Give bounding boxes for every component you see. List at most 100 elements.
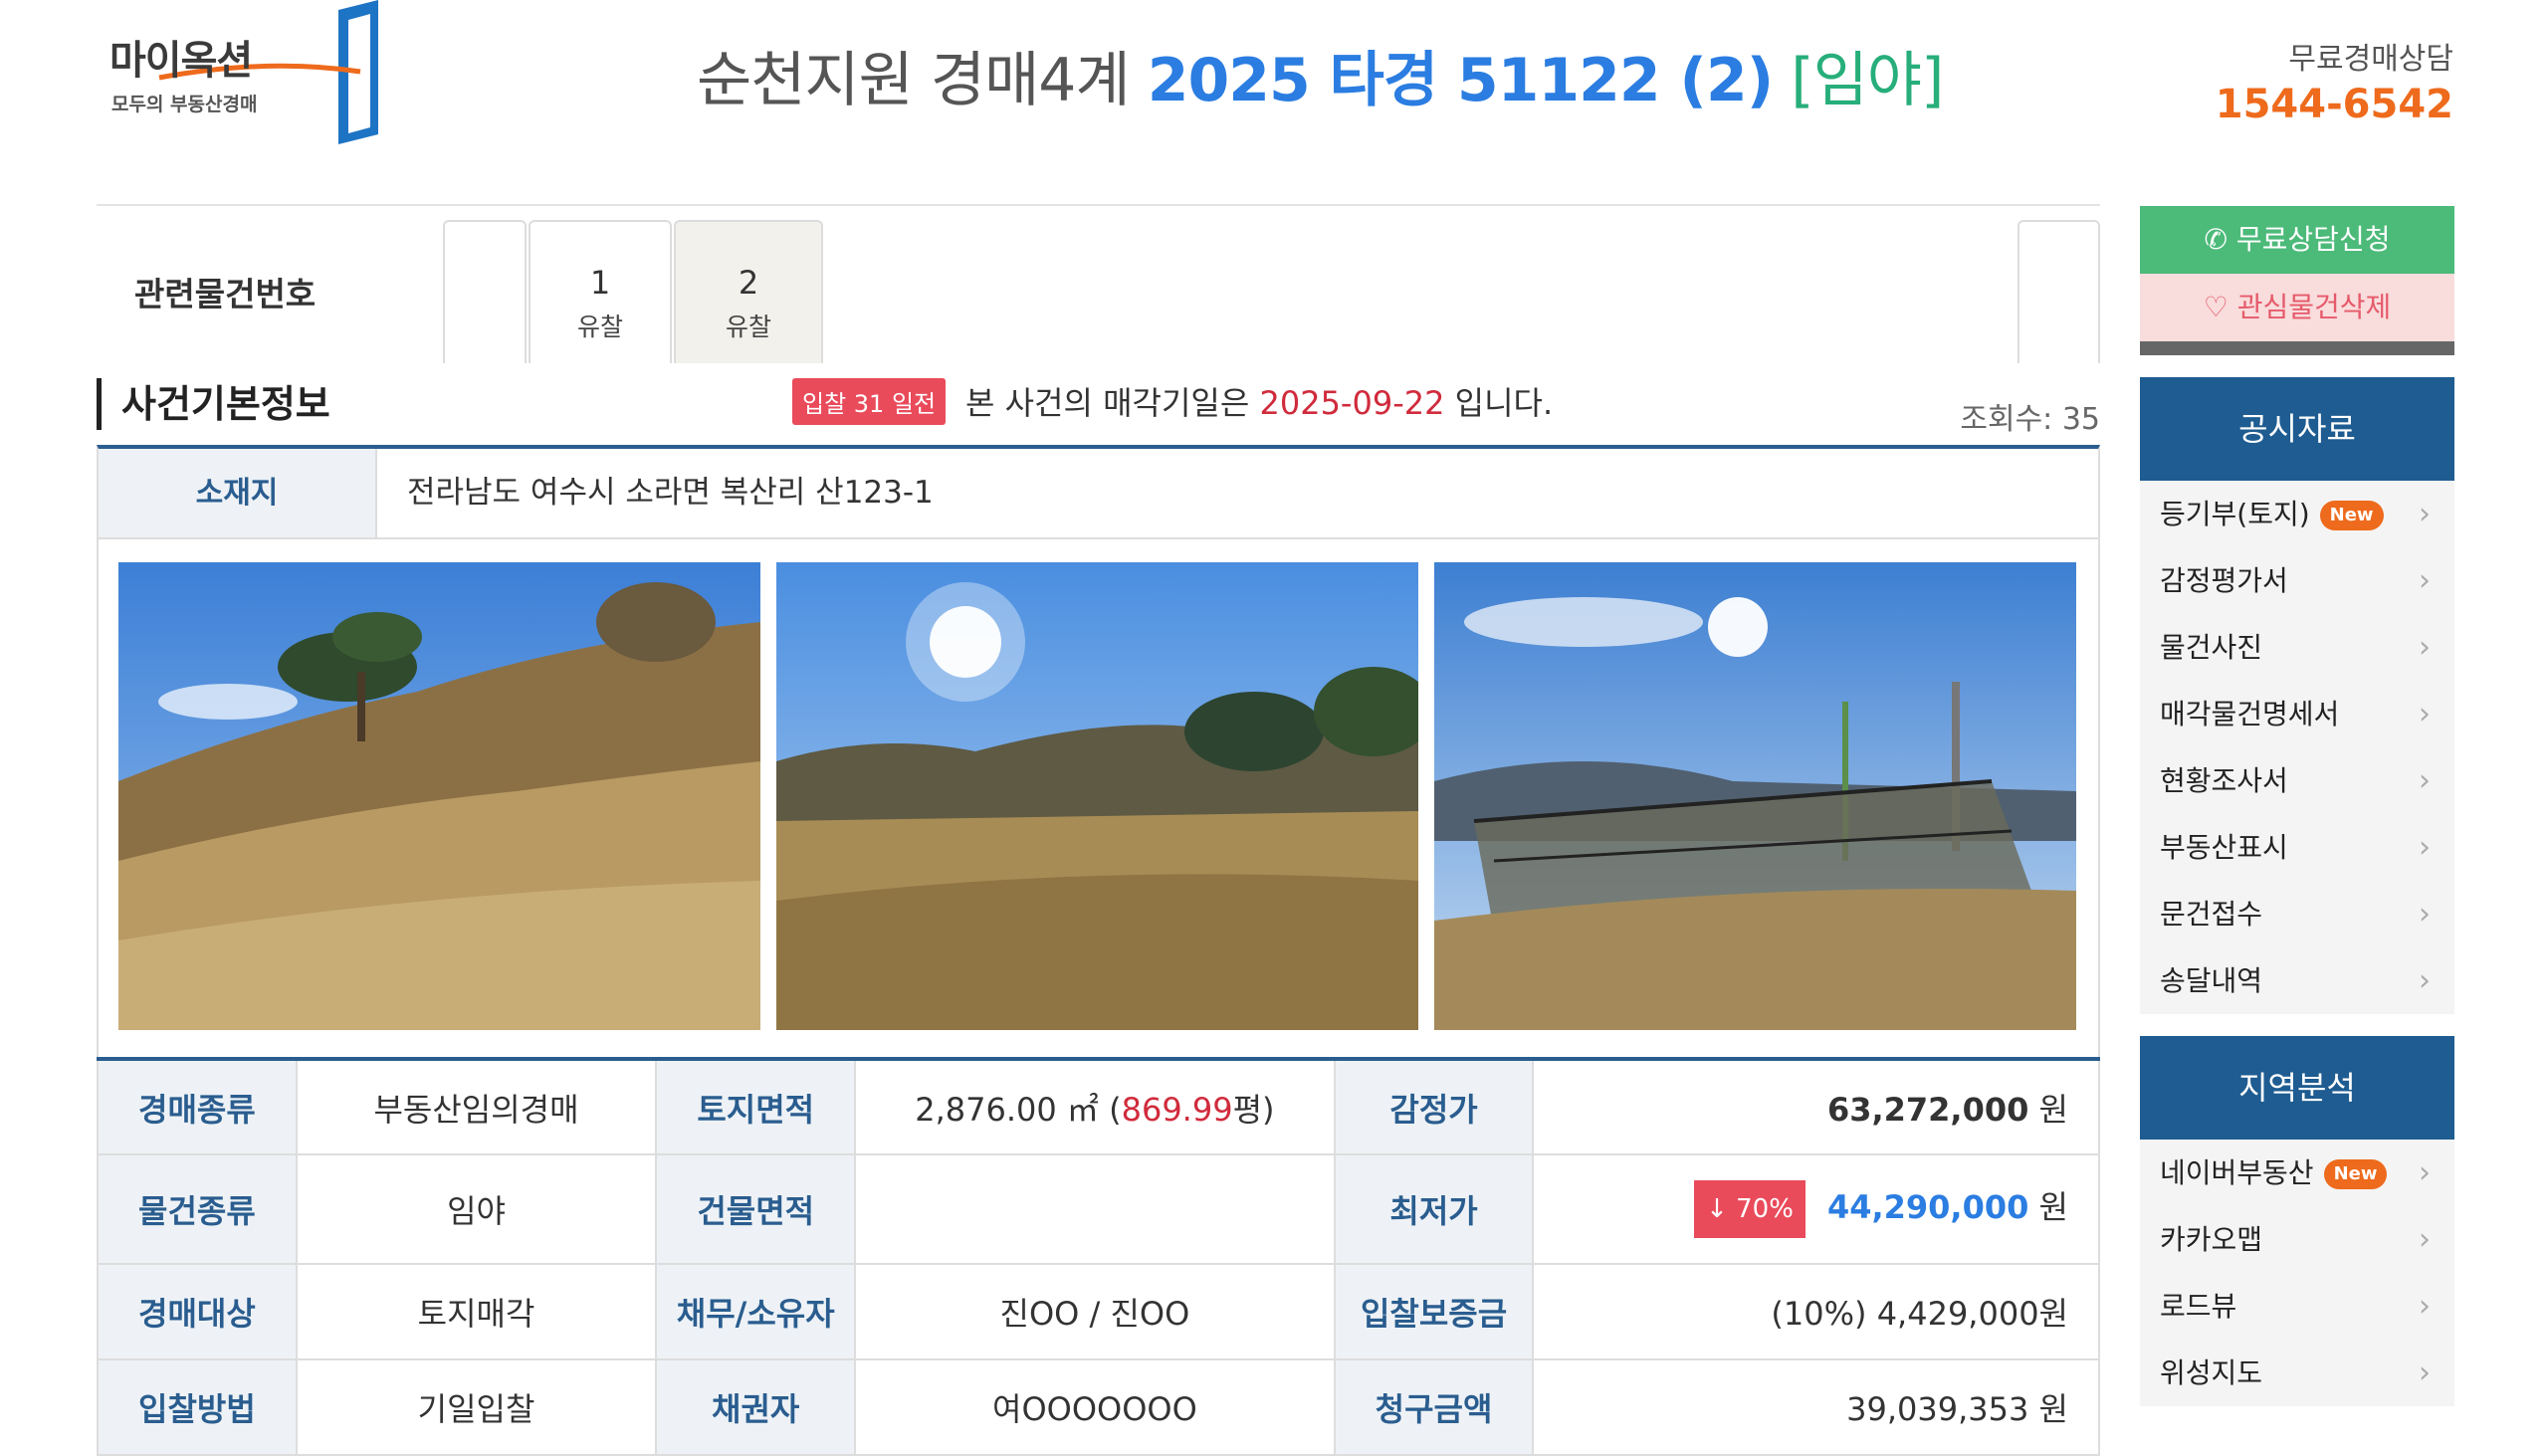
doc-item-property-label[interactable]: 부동산표시 › [2140, 814, 2454, 881]
free-consult-label: 무료상담신청 [2235, 223, 2391, 256]
appraisal-label: 감정가 [1333, 1058, 1535, 1155]
chevron-right-icon: › [2419, 630, 2431, 665]
min-price-value: ↓ 70% 44,290,000 원 [1532, 1153, 2100, 1265]
chevron-right-icon: › [2419, 563, 2431, 598]
consult-phone[interactable]: 1544-6542 [2216, 82, 2453, 127]
notice-suffix: 입니다. [1454, 384, 1554, 422]
chevron-right-icon: › [2419, 963, 2431, 998]
min-rate-badge: ↓ 70% [1694, 1180, 1805, 1238]
notice-prefix: 본 사건의 매각기일은 [965, 384, 1250, 422]
chevron-right-icon: › [2419, 763, 2431, 798]
item-type-label: 물건종류 [97, 1153, 298, 1265]
new-badge: New [2319, 501, 2384, 530]
court-name: 순천지원 경매4계 [697, 46, 1131, 115]
creditor-value: 여OOOOOOO [854, 1358, 1336, 1456]
chevron-right-icon: › [2419, 497, 2431, 531]
doc-item-label: 문건접수 [2160, 898, 2263, 931]
chevron-right-icon: › [2419, 697, 2431, 731]
method-label: 입찰방법 [97, 1358, 298, 1456]
new-badge: New [2323, 1159, 2388, 1189]
location-address: 전라남도 여수시 소라면 복산리 산123-1 [407, 475, 934, 511]
related-tab-prev[interactable] [443, 220, 527, 363]
case-number: 2025 타경 51122 (2) [1147, 46, 1774, 115]
appraisal-value: 63,272,000 원 [1532, 1058, 2100, 1155]
header: 마이옥션 모두의 부동산경매 순천지원 경매4계 2025 타경 51122 (… [0, 0, 2548, 179]
logo-subtext: 모두의 부동산경매 [111, 94, 258, 115]
doc-item-filings[interactable]: 문건접수 › [2140, 881, 2454, 947]
free-consult-button[interactable]: ✆ 무료상담신청 [2140, 206, 2454, 274]
property-info-table: 경매종류 부동산임의경매 토지면적 2,876.00 ㎡ (869.99평) 감… [97, 1057, 2100, 1456]
building-area-label: 건물면적 [655, 1153, 857, 1265]
property-photo-1[interactable] [118, 562, 760, 1030]
won-unit: 원 [2038, 1090, 2068, 1129]
region-item-kakao[interactable]: 카카오맵 › [2140, 1206, 2454, 1273]
table-row: 경매종류 부동산임의경매 토지면적 2,876.00 ㎡ (869.99평) 감… [97, 1058, 2100, 1155]
owner-value: 진OO / 진OO [854, 1263, 1336, 1360]
doc-item-appraisal[interactable]: 감정평가서 › [2140, 547, 2454, 614]
land-area-unit: 평) [1232, 1090, 1275, 1129]
related-label: 관련물건번호 [134, 275, 317, 313]
sidebar-divider [2140, 341, 2454, 355]
related-tab-next[interactable] [2017, 220, 2100, 363]
location-label: 소재지 [99, 449, 377, 537]
doc-item-delivery[interactable]: 송달내역 › [2140, 947, 2454, 1014]
doc-item-label: 감정평가서 [2160, 564, 2288, 597]
consult-label: 무료경매상담 [2288, 42, 2453, 77]
related-tab-number: 1 [589, 264, 611, 302]
claim-label: 청구금액 [1333, 1358, 1535, 1456]
region-item-satellite[interactable]: 위성지도 › [2140, 1340, 2454, 1406]
land-area-m2: 2,876.00 ㎡ ( [915, 1090, 1122, 1129]
region-item-label: 카카오맵 [2160, 1223, 2263, 1256]
doc-item-label: 송달내역 [2160, 964, 2263, 997]
related-tab-status: 유찰 [725, 312, 771, 341]
consult-contact: 무료경매상담 1544-6542 [2216, 34, 2453, 127]
doc-item-sale-spec[interactable]: 매각물건명세서 › [2140, 681, 2454, 747]
deposit-value: (10%) 4,429,000원 [1532, 1263, 2100, 1360]
site-logo[interactable]: 마이옥션 모두의 부동산경매 [100, 0, 388, 144]
region-item-roadview[interactable]: 로드뷰 › [2140, 1273, 2454, 1340]
chevron-right-icon: › [2419, 897, 2431, 932]
region-analysis-panel: 지역분석 네이버부동산 New › 카카오맵 › 로드뷰 › 위성지도 › [2140, 1036, 2454, 1406]
building-area-value [854, 1153, 1336, 1265]
auction-type-value: 부동산임의경매 [295, 1058, 658, 1155]
target-value: 토지매각 [295, 1263, 658, 1360]
land-area-label: 토지면적 [655, 1058, 857, 1155]
min-price-amount: 44,290,000 [1826, 1188, 2029, 1226]
section-title: 사건기본정보 [97, 378, 330, 430]
property-photo-3[interactable] [1434, 562, 2076, 1030]
doc-item-registry[interactable]: 등기부(토지) New › [2140, 481, 2454, 547]
region-item-label: 로드뷰 [2160, 1290, 2237, 1323]
doc-item-survey[interactable]: 현황조사서 › [2140, 747, 2454, 814]
remove-favorite-label: 관심물건삭제 [2236, 291, 2392, 323]
method-value: 기일입찰 [295, 1358, 658, 1456]
right-sidebar: ✆ 무료상담신청 ♡ 관심물건삭제 공시자료 등기부(토지) New › 감정평가서… [2140, 206, 2454, 1406]
doc-item-photos[interactable]: 물건사진 › [2140, 614, 2454, 681]
public-docs-panel: 공시자료 등기부(토지) New › 감정평가서 › 물건사진 › 매각물건명세서 › 현… [2140, 377, 2454, 1014]
owner-label: 채무/소유자 [655, 1263, 857, 1360]
min-price-label: 최저가 [1333, 1153, 1535, 1265]
property-photo-2[interactable] [776, 562, 1418, 1030]
photo-gallery [97, 539, 2100, 1057]
related-tab-2[interactable]: 2 유찰 [674, 220, 823, 363]
remove-favorite-button[interactable]: ♡ 관심물건삭제 [2140, 274, 2454, 341]
region-analysis-title: 지역분석 [2140, 1036, 2454, 1140]
deposit-label: 입찰보증금 [1333, 1263, 1535, 1360]
dday-badge: 입찰 31 일전 [792, 378, 947, 425]
land-area-value: 2,876.00 ㎡ (869.99평) [854, 1058, 1336, 1155]
location-row: 소재지 전라남도 여수시 소라면 복산리 산123-1 [97, 445, 2100, 539]
doc-item-label: 물건사진 [2160, 631, 2263, 664]
table-row: 물건종류 임야 건물면적 최저가 ↓ 70% 44,290,000 원 [97, 1153, 2100, 1265]
chevron-right-icon: › [2419, 1222, 2431, 1257]
related-tab-1[interactable]: 1 유찰 [529, 220, 672, 363]
doc-item-label: 현황조사서 [2160, 764, 2288, 797]
land-area-pyeong: 869.99 [1121, 1090, 1233, 1129]
heart-icon: ♡ [2203, 291, 2229, 323]
doc-item-label: 부동산표시 [2160, 831, 2288, 864]
related-tab-status: 유찰 [576, 312, 623, 341]
table-row: 입찰방법 기일입찰 채권자 여OOOOOOO 청구금액 39,039,353 원 [97, 1358, 2100, 1456]
region-item-naver[interactable]: 네이버부동산 New › [2140, 1140, 2454, 1206]
sale-date: 2025-09-22 [1259, 384, 1445, 422]
region-item-label: 네이버부동산 [2160, 1156, 2314, 1189]
chevron-right-icon: › [2419, 1155, 2431, 1190]
won-unit: 원 [2038, 1188, 2068, 1226]
